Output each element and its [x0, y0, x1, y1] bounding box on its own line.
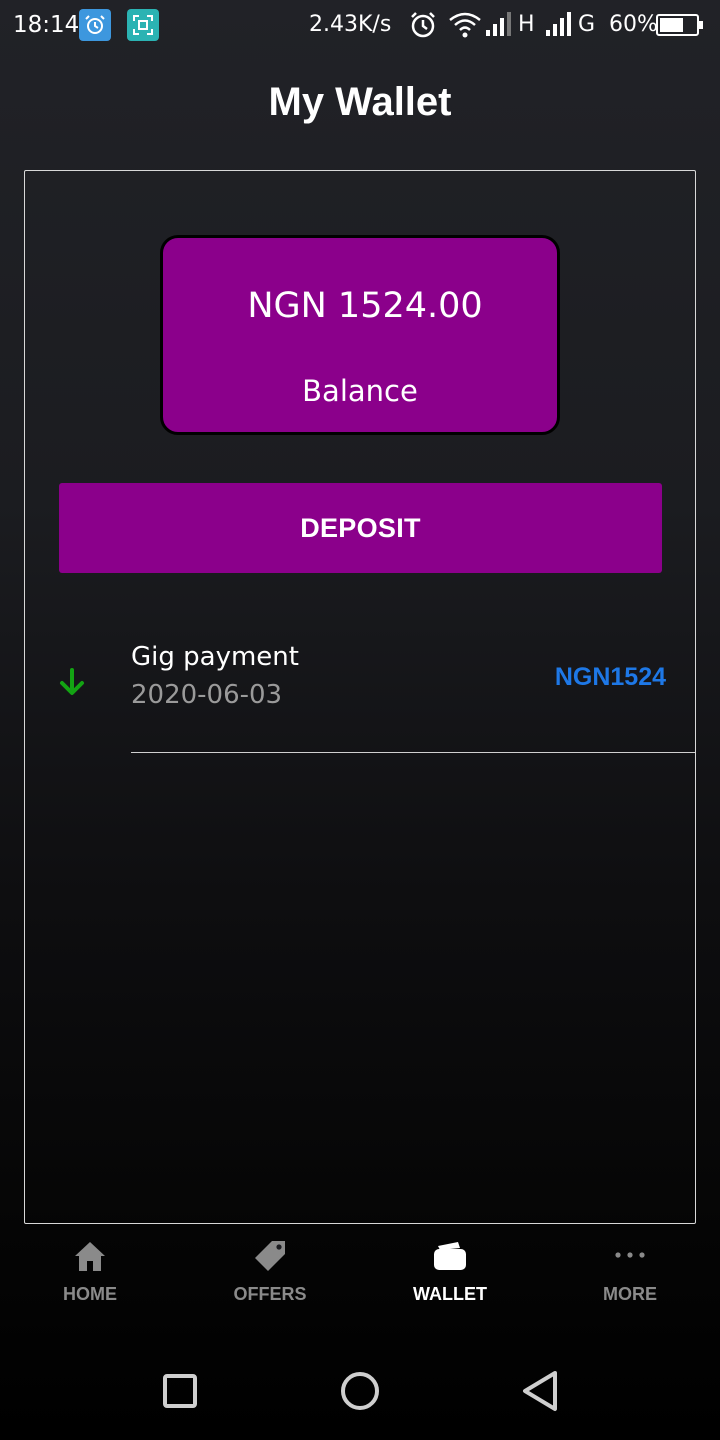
signal-icon: [546, 12, 571, 36]
nav-item-more[interactable]: MORE: [540, 1232, 720, 1322]
back-button[interactable]: [510, 1366, 570, 1418]
status-bar: 18:14 2.43K/s H G 60%: [0, 0, 720, 50]
divider: [131, 752, 695, 753]
triangle-back-icon: [523, 1371, 557, 1411]
wallet-icon: [434, 1242, 466, 1270]
nav-label: HOME: [63, 1284, 117, 1304]
circle-icon: [341, 1372, 379, 1410]
balance-label: Balance: [302, 374, 418, 408]
bottom-nav: HOME OFFERS WALLET MORE: [0, 1232, 720, 1322]
balance-card: NGN 1524.00 Balance: [160, 235, 560, 435]
nav-item-wallet[interactable]: WALLET: [360, 1232, 540, 1322]
nav-item-offers[interactable]: OFFERS: [180, 1232, 360, 1322]
signal-type-2: G: [578, 12, 596, 37]
wallet-panel: NGN 1524.00 Balance DEPOSIT Gig payment …: [24, 170, 696, 1224]
square-icon: [163, 1374, 197, 1408]
transaction-amount: NGN1524: [554, 663, 666, 691]
balance-amount: NGN 1524.00: [247, 286, 483, 326]
deposit-button[interactable]: DEPOSIT: [59, 483, 662, 573]
transaction-title: Gig payment: [131, 642, 299, 672]
signal-icon: [486, 12, 511, 36]
nav-item-home[interactable]: HOME: [0, 1232, 180, 1322]
home-button[interactable]: [330, 1366, 390, 1418]
status-time: 18:14: [13, 12, 80, 38]
recents-button[interactable]: [150, 1366, 210, 1418]
battery-icon: [656, 14, 703, 36]
arrow-down-icon: [60, 668, 84, 695]
home-icon: [75, 1242, 105, 1271]
page-title: My Wallet: [268, 80, 452, 124]
battery-percent: 60%: [609, 12, 658, 37]
app-notification-icon: [79, 9, 111, 41]
wifi-icon: [449, 12, 481, 38]
alarm-icon: [411, 12, 435, 38]
more-icon: [615, 1252, 645, 1258]
nav-label: WALLET: [413, 1284, 487, 1304]
tag-icon: [255, 1241, 285, 1271]
transaction-date: 2020-06-03: [131, 680, 283, 710]
signal-type-1: H: [518, 12, 535, 37]
nav-label: OFFERS: [233, 1284, 307, 1304]
system-nav-bar: [0, 1340, 720, 1440]
nav-label: MORE: [603, 1284, 657, 1304]
transaction-row[interactable]: Gig payment 2020-06-03 NGN1524: [25, 616, 695, 754]
network-speed: 2.43K/s: [309, 12, 392, 37]
scanner-icon: [127, 9, 159, 41]
